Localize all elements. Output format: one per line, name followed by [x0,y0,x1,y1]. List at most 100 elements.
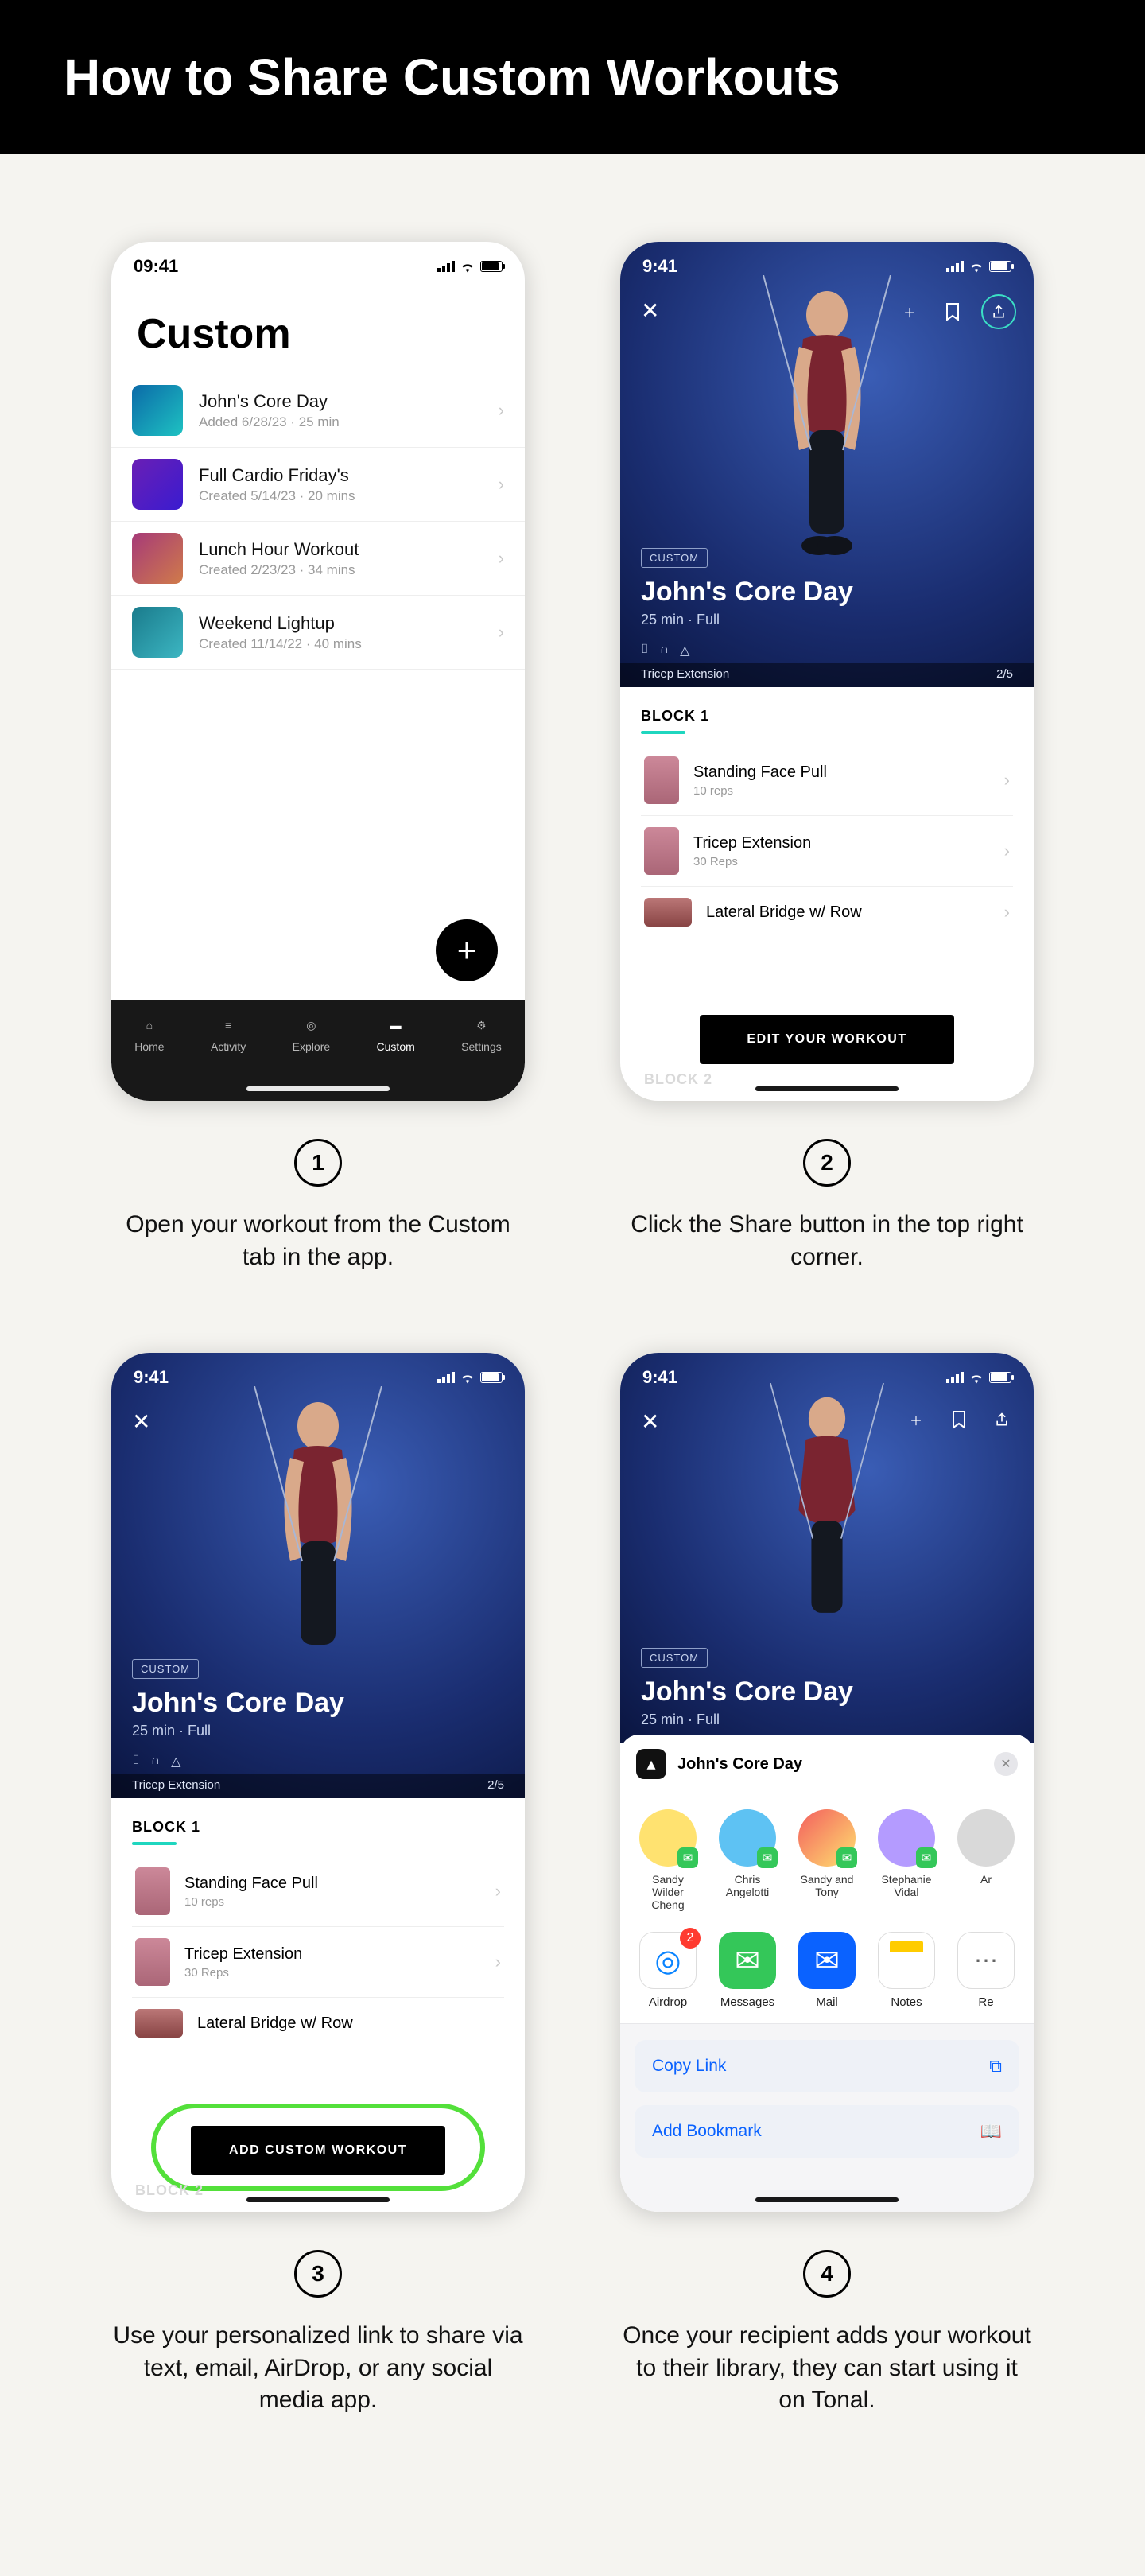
share-icon[interactable] [981,294,1016,329]
app-airdrop[interactable]: ◎2Airdrop [638,1932,698,2009]
action-label: Copy Link [652,2057,726,2076]
tab-explore[interactable]: ◎Explore [293,1015,330,1053]
tab-label: Home [134,1040,164,1053]
avatar: ✉ [798,1809,856,1867]
gear-icon: ⚙ [471,1015,491,1035]
add-workout-fab[interactable]: + [436,919,498,981]
contact[interactable]: ✉Stephanie Vidal [876,1809,937,1911]
step-number: 3 [294,2250,342,2298]
signal-icon [946,1372,964,1383]
contact[interactable]: ✉Sandy Wilder Cheng [638,1809,698,1911]
close-icon[interactable]: ✕ [132,1408,150,1435]
block-section: BLOCK 1 Standing Face Pull 10 reps › Tri… [111,1798,525,2049]
tab-label: Explore [293,1040,330,1053]
add-icon[interactable]: ＋ [895,297,924,326]
exercise-name: Standing Face Pull [184,1875,481,1893]
tab-custom[interactable]: ▬Custom [377,1015,415,1053]
workout-title: John's Core Day [641,577,853,608]
exercise-row[interactable]: Tricep Extension 30 Reps › [641,816,1013,887]
exercise-info: Standing Face Pull 10 reps [184,1875,481,1909]
equipment-icons: ⌷ ∩ △ [641,643,689,659]
home-icon: ⌂ [139,1015,160,1035]
workout-thumb [132,385,183,436]
caption-count: 2/5 [487,1778,504,1794]
bookmark-icon[interactable] [938,297,967,326]
workout-row[interactable]: Lunch Hour Workout Created 2/23/23 · 34 … [111,522,525,596]
bookmark-icon[interactable] [945,1405,973,1434]
wifi-icon [968,1371,984,1384]
close-icon[interactable]: ✕ [641,297,659,324]
caption-count: 2/5 [996,667,1013,683]
app-label: Mail [797,1995,857,2009]
caption-exercise: Tricep Extension [641,667,729,683]
step-caption: Open your workout from the Custom tab in… [111,1209,525,1273]
add-bookmark-row[interactable]: Add Bookmark 📖 [635,2105,1019,2158]
edit-workout-button[interactable]: EDIT YOUR WORKOUT [700,1015,954,1064]
exercise-name: Tricep Extension [184,1945,481,1964]
close-icon[interactable]: ✕ [641,1408,659,1435]
contact[interactable]: ✉Sandy and Tony [797,1809,857,1911]
exercise-figure [246,1386,390,1673]
book-icon: 📖 [980,2121,1002,2142]
chevron-right-icon: › [1004,902,1010,923]
exercise-sub: 10 reps [693,784,990,798]
exercise-row[interactable]: Lateral Bridge w/ Row [132,1998,504,2049]
chevron-right-icon: › [499,474,504,495]
workout-hero: 9:41 ✕ CUSTOM [111,1353,525,1798]
app-messages[interactable]: ✉Messages [717,1932,778,2009]
tab-settings[interactable]: ⚙Settings [461,1015,502,1053]
status-icons [946,1371,1011,1384]
block-section: BLOCK 1 Standing Face Pull 10 reps › Tri… [620,687,1034,938]
workout-info: Full Cardio Friday's Created 5/14/23 · 2… [199,465,483,504]
workout-row[interactable]: Full Cardio Friday's Created 5/14/23 · 2… [111,448,525,522]
tab-label: Custom [377,1040,415,1053]
caption-exercise: Tricep Extension [132,1778,220,1794]
page-title: How to Share Custom Workouts [0,0,1145,154]
contact[interactable]: ✉ Chris Angelotti [717,1809,778,1911]
avatar: ✉ [719,1809,776,1867]
tab-home[interactable]: ⌂ Home [134,1015,164,1053]
app-mail[interactable]: ✉Mail [797,1932,857,2009]
app-more[interactable]: ⋯Re [956,1932,1016,2009]
exercise-thumb [135,2009,183,2038]
highlight-ring [151,2104,485,2191]
hero-caption: Tricep Extension 2/5 [620,663,1034,687]
status-time: 9:41 [642,256,677,277]
app-notes[interactable]: Notes [876,1932,937,2009]
contact-name: Chris Angelotti [717,1873,778,1898]
workout-row[interactable]: Weekend Lightup Created 11/14/22 · 40 mi… [111,596,525,670]
contact[interactable]: Ar [956,1809,1016,1911]
workout-name: John's Core Day [199,391,483,412]
step-caption: Click the Share button in the top right … [620,1209,1034,1273]
custom-badge: CUSTOM [641,548,708,568]
exercise-row[interactable]: Standing Face Pull 10 reps › [132,1856,504,1927]
exercise-name: Lateral Bridge w/ Row [706,903,990,922]
chevron-right-icon: › [495,1881,501,1902]
workout-meta: 25 min · Full [641,612,720,628]
custom-badge: CUSTOM [132,1659,199,1679]
wifi-icon [460,260,475,273]
hero-caption: Tricep Extension 2/5 [111,1774,525,1798]
contact-name: Ar [956,1873,1016,1886]
badge-count: 2 [680,1928,701,1949]
step-3-panel: 9:41 ✕ CUSTOM [95,1353,541,2417]
exercise-thumb [644,756,679,804]
add-icon[interactable]: ＋ [902,1405,930,1434]
sheet-header: ▴ John's Core Day ✕ [620,1735,1034,1793]
avatar: ✉ [878,1809,935,1867]
tab-activity[interactable]: ≡Activity [211,1015,246,1053]
copy-link-row[interactable]: Copy Link ⧉ [635,2040,1019,2092]
sheet-close-icon[interactable]: ✕ [994,1752,1018,1776]
exercise-row[interactable]: Standing Face Pull 10 reps › [641,745,1013,816]
battery-icon [989,1372,1011,1383]
exercise-info: Lateral Bridge w/ Row [197,2015,501,2033]
home-indicator [755,2197,899,2202]
step-2-panel: 9:41 ✕ ＋ [604,242,1050,1273]
handle-icon: △ [680,643,689,659]
workout-row[interactable]: John's Core Day Added 6/28/23 · 25 min › [111,374,525,448]
exercise-sub: 30 Reps [693,855,990,868]
share-icon[interactable] [988,1405,1016,1434]
exercise-row[interactable]: Lateral Bridge w/ Row › [641,887,1013,938]
share-sheet: ▴ John's Core Day ✕ ✉Sandy Wilder Cheng … [620,1735,1034,2212]
exercise-row[interactable]: Tricep Extension 30 Reps › [132,1927,504,1998]
